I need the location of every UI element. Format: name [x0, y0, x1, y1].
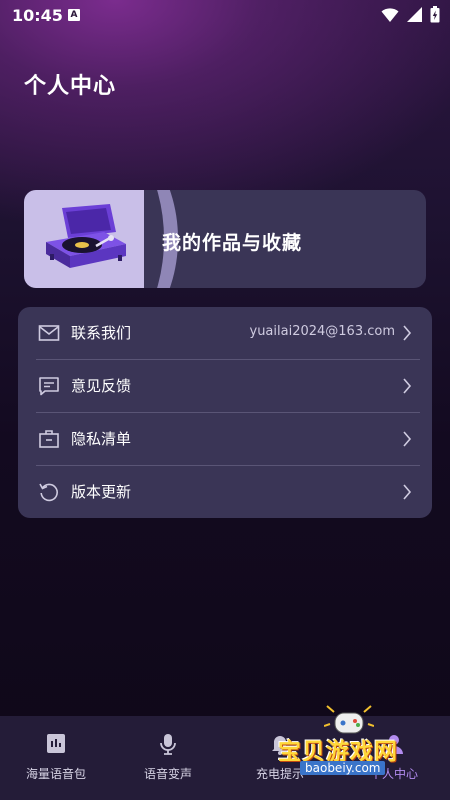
watermark: 宝贝游戏网 baobeiy.com	[270, 700, 450, 790]
microphone-icon	[160, 734, 176, 755]
watermark-url: baobeiy.com	[300, 761, 386, 775]
works-thumbnail	[24, 190, 178, 288]
tab-label: 海量语音包	[25, 767, 86, 781]
voice-pack-icon	[47, 734, 65, 753]
notification-badge: A	[68, 9, 80, 21]
feedback-icon	[39, 377, 59, 396]
status-icons	[381, 6, 440, 23]
chevron-right-icon	[403, 484, 412, 500]
chevron-right-icon	[403, 378, 412, 394]
wifi-icon	[381, 7, 399, 22]
signal-icon	[407, 7, 422, 22]
menu-item-label: 联系我们	[71, 324, 132, 342]
menu-item-label: 版本更新	[71, 483, 132, 501]
menu-item-version-update[interactable]: 版本更新	[18, 466, 432, 518]
battery-icon	[430, 6, 440, 23]
works-and-favorites-card[interactable]: 我的作品与收藏	[24, 190, 426, 288]
works-card-title: 我的作品与收藏	[162, 232, 303, 254]
contact-email: yuailai2024@163.com	[249, 324, 396, 339]
menu-item-feedback[interactable]: 意见反馈	[18, 360, 432, 412]
menu-item-label: 隐私清单	[71, 430, 132, 448]
mail-icon	[38, 325, 60, 341]
status-time: 10:45	[12, 6, 63, 25]
status-bar: 10:45 A	[0, 0, 450, 32]
refresh-icon	[39, 483, 58, 502]
chevron-right-icon	[403, 325, 412, 341]
record-player-icon	[46, 204, 126, 268]
chevron-right-icon	[403, 431, 412, 447]
settings-menu: 联系我们 yuailai2024@163.com 意见反馈 隐私清单 版本更新	[18, 307, 432, 518]
tab-voice-changer[interactable]: 语音变声	[112, 716, 224, 800]
menu-item-label: 意见反馈	[71, 377, 132, 395]
tab-voice-packs[interactable]: 海量语音包	[0, 716, 112, 800]
menu-item-contact-us[interactable]: 联系我们 yuailai2024@163.com	[18, 307, 432, 359]
menu-item-privacy-list[interactable]: 隐私清单	[18, 413, 432, 465]
tab-label: 语音变声	[143, 767, 192, 781]
briefcase-icon	[39, 430, 59, 448]
page-title: 个人中心	[24, 74, 117, 99]
